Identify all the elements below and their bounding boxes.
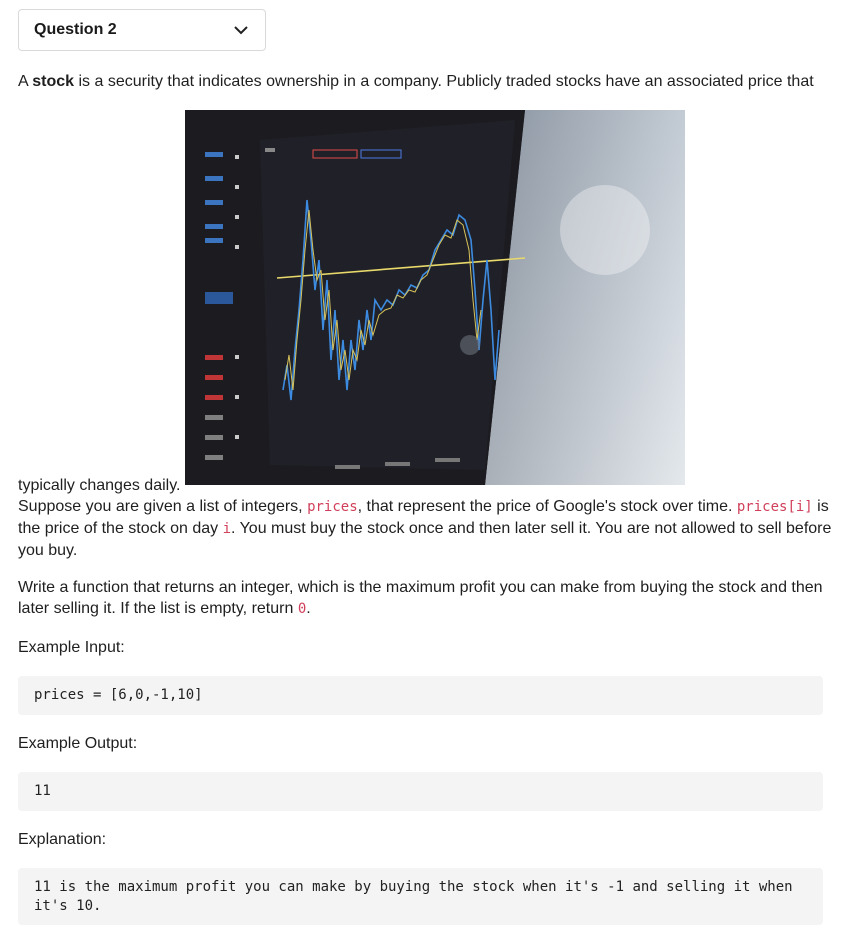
stock-chart-image [185, 110, 685, 485]
inline-code-prices-i: prices[i] [736, 499, 813, 515]
problem-description: typically changes daily. Suppose you are … [18, 477, 832, 559]
example-input-heading: Example Input: [18, 639, 125, 656]
inline-code-i: i [222, 521, 231, 537]
stock-term: stock [32, 73, 75, 90]
example-output-code: 11 [18, 772, 823, 811]
example-output-heading: Example Output: [18, 735, 138, 752]
task-description: Write a function that returns an integer… [18, 579, 823, 617]
explanation-code: 11 is the maximum profit you can make by… [18, 868, 823, 925]
example-input-code: prices = [6,0,-1,10] [18, 676, 823, 715]
inline-code-prices: prices [307, 499, 358, 515]
explanation-heading: Explanation: [18, 831, 107, 848]
question-select[interactable]: Question 2 [18, 9, 266, 51]
inline-code-zero: 0 [297, 601, 307, 617]
question-select-label: Question 2 [34, 21, 117, 38]
intro-paragraph: A stock is a security that indicates own… [18, 73, 814, 90]
chevron-down-icon [233, 22, 249, 38]
